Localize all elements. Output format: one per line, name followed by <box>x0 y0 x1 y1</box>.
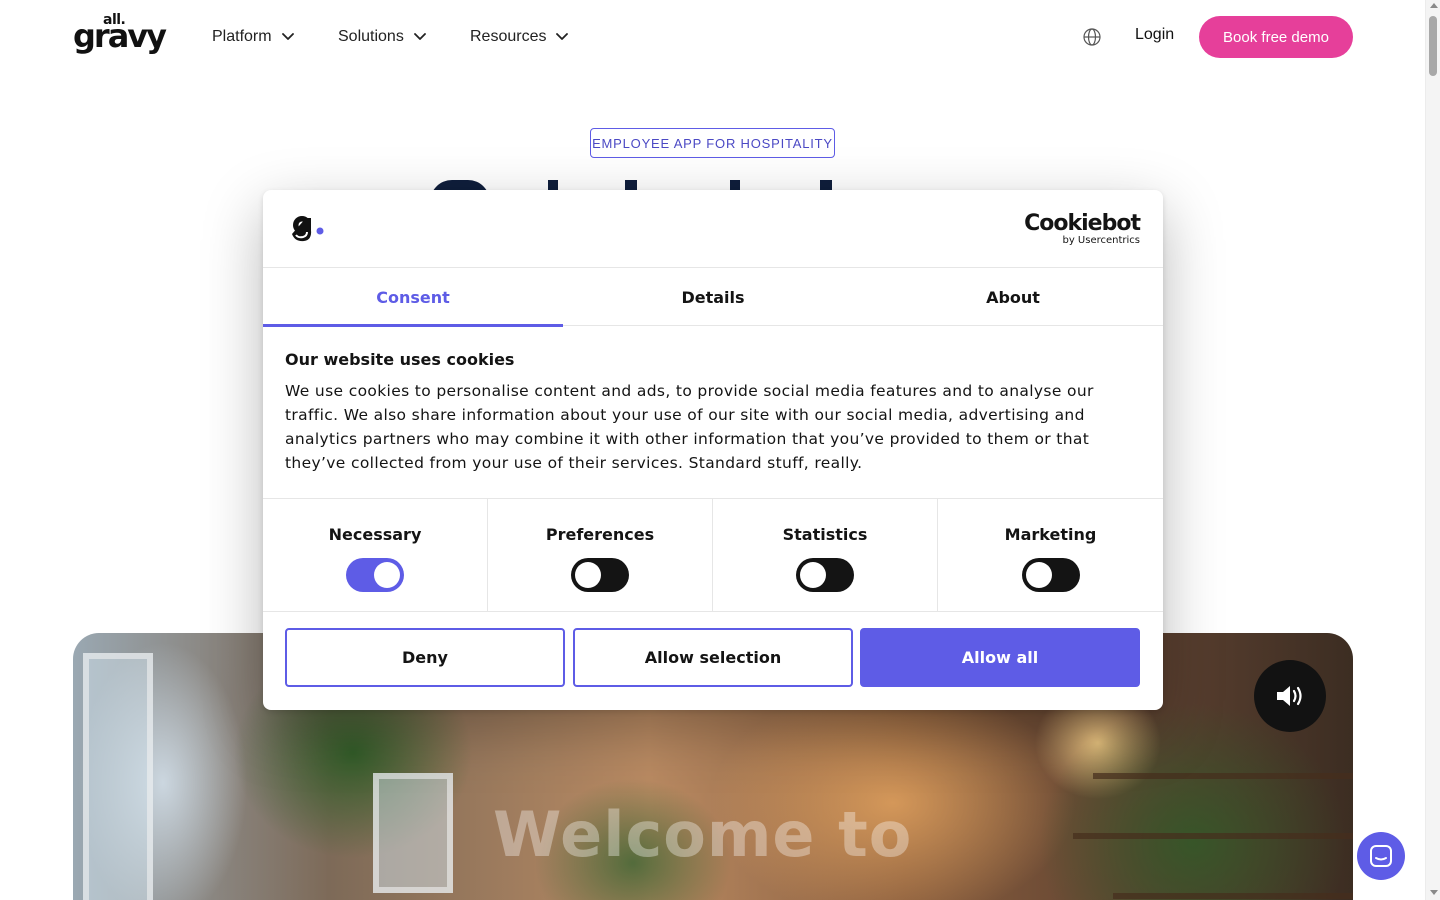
cookiebot-name: Cookiebot <box>1024 211 1141 236</box>
marketing-toggle[interactable] <box>1021 558 1080 592</box>
dialog-tabs: Consent Details About <box>263 268 1163 327</box>
cookiebot-logo[interactable]: Cookiebot by Usercentrics <box>1024 211 1141 246</box>
category-label: Marketing <box>1004 525 1097 544</box>
chevron-down-icon <box>281 33 294 40</box>
nav-resources[interactable]: Resources <box>470 26 569 48</box>
video-shelf <box>1073 833 1353 839</box>
book-demo-button[interactable]: Book free demo <box>1199 16 1353 58</box>
video-shelf <box>1113 893 1353 899</box>
category-statistics: Statistics <box>713 499 938 611</box>
login-link[interactable]: Login <box>1135 26 1174 44</box>
globe-icon[interactable] <box>1082 27 1102 47</box>
category-preferences: Preferences <box>488 499 713 611</box>
statistics-toggle[interactable] <box>796 558 854 592</box>
dialog-body-text: We use cookies to personalise content an… <box>285 382 1094 472</box>
chat-icon <box>1370 845 1392 867</box>
allow-selection-button[interactable]: Allow selection <box>573 628 853 687</box>
chat-launcher-button[interactable] <box>1357 832 1405 880</box>
allgravy-brand-icon <box>292 216 324 242</box>
category-label: Statistics <box>782 525 868 544</box>
video-shelf <box>1093 773 1353 779</box>
preferences-toggle[interactable] <box>571 558 629 592</box>
nav-solutions[interactable]: Solutions <box>338 26 426 48</box>
category-necessary: Necessary <box>263 499 488 611</box>
speaker-icon <box>1277 686 1302 706</box>
nav-resources-label: Resources <box>470 28 547 45</box>
scroll-thumb[interactable] <box>1429 16 1437 76</box>
site-header: all. gravy Platform Solutions Resources … <box>0 0 1425 74</box>
deny-button[interactable]: Deny <box>285 628 565 687</box>
consent-categories: Necessary Preferences Statistics Marketi… <box>263 498 1163 612</box>
cookiebot-sub: by Usercentrics <box>1062 235 1140 246</box>
tab-details[interactable]: Details <box>563 268 863 326</box>
chevron-down-icon <box>556 33 569 40</box>
dialog-header: Cookiebot by Usercentrics <box>263 190 1163 268</box>
dialog-title: Our website uses cookies <box>285 350 515 369</box>
category-label: Preferences <box>545 525 655 544</box>
hero-eyebrow-badge: EMPLOYEE APP FOR HOSPITALITY <box>590 128 835 158</box>
chevron-down-icon <box>413 33 426 40</box>
nav-platform[interactable]: Platform <box>212 26 294 48</box>
nav-platform-label: Platform <box>212 28 272 45</box>
necessary-toggle[interactable] <box>346 558 404 592</box>
category-marketing: Marketing <box>938 499 1163 611</box>
scroll-up-arrow-icon[interactable] <box>1430 3 1438 8</box>
sound-toggle-button[interactable] <box>1254 660 1326 732</box>
nav-solutions-label: Solutions <box>338 28 404 45</box>
tab-about[interactable]: About <box>863 268 1163 326</box>
scroll-down-arrow-icon[interactable] <box>1430 890 1438 895</box>
video-window-frame <box>83 653 153 900</box>
category-label: Necessary <box>328 525 422 544</box>
allgravy-logo[interactable]: all. gravy <box>73 12 171 56</box>
cookie-consent-dialog: Cookiebot by Usercentrics Consent Detail… <box>263 190 1163 710</box>
allow-all-button[interactable]: Allow all <box>860 628 1140 687</box>
dialog-actions: Deny Allow selection Allow all <box>285 628 1141 687</box>
video-overlay-text: Welcome to <box>493 798 913 871</box>
page-scrollbar[interactable] <box>1425 0 1440 900</box>
logo-text-big: gravy <box>73 17 167 55</box>
tab-consent[interactable]: Consent <box>263 268 563 327</box>
video-window-frame <box>373 773 453 893</box>
